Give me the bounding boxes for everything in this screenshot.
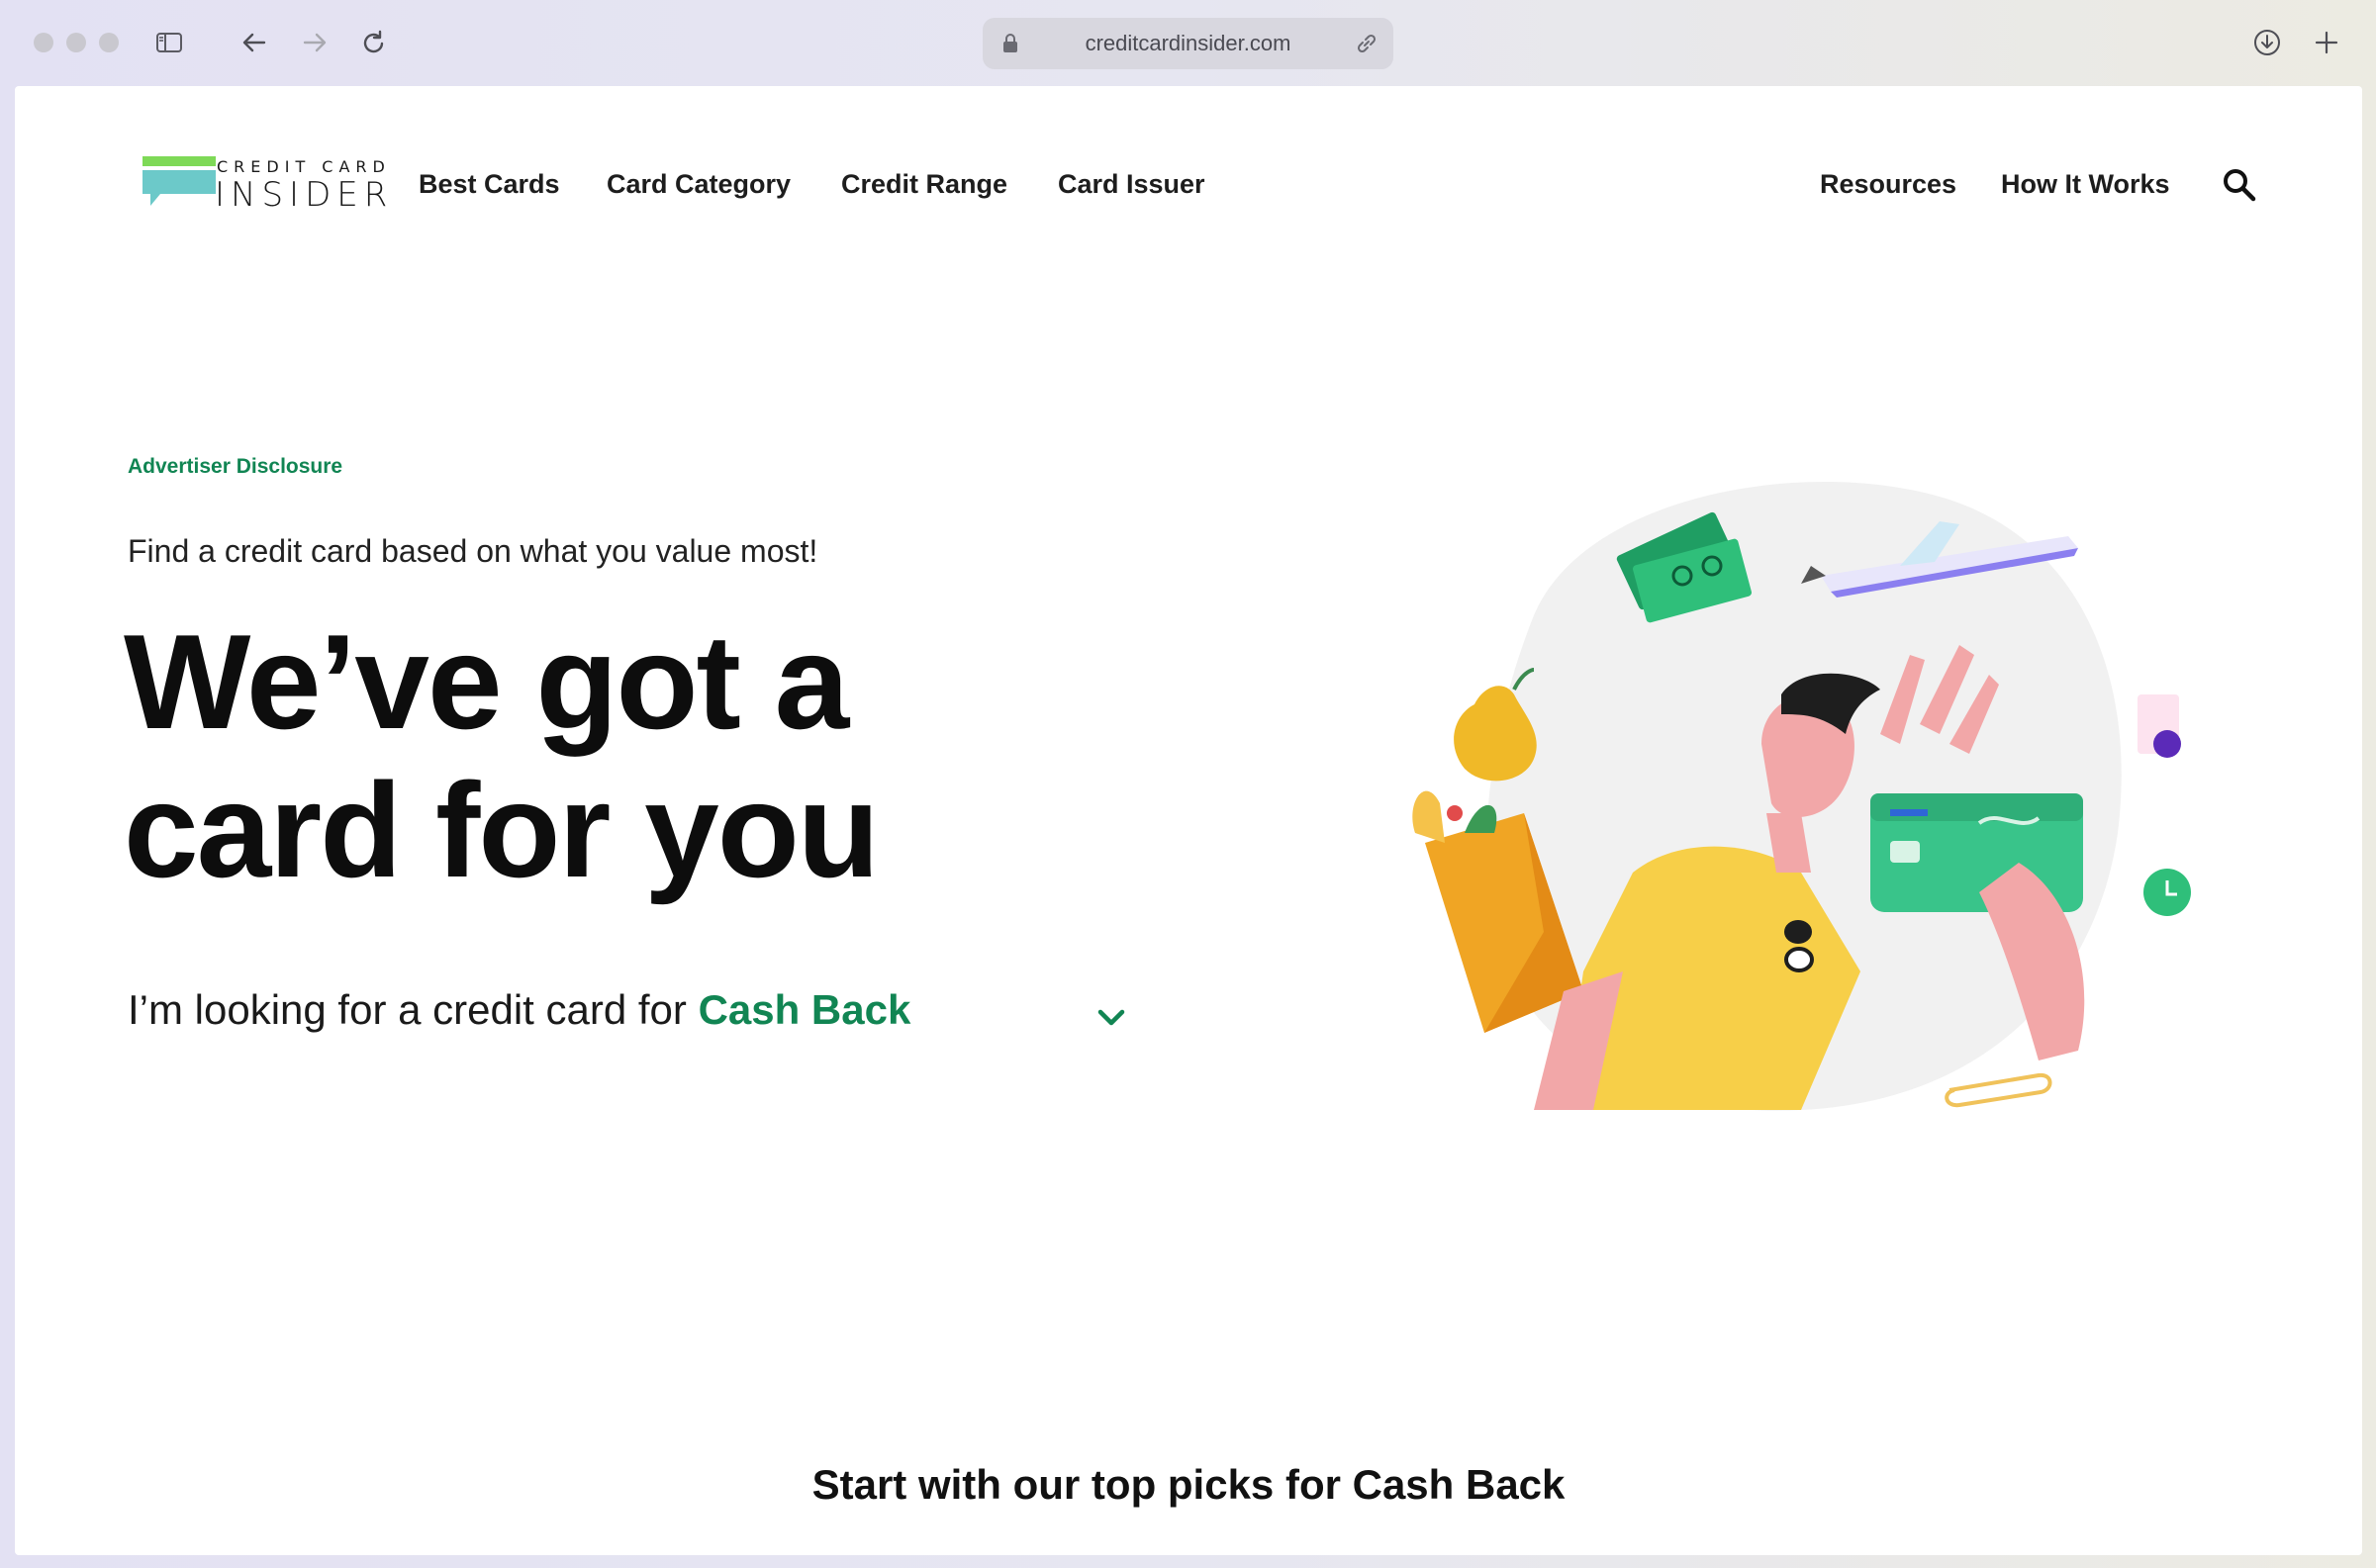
download-icon[interactable] bbox=[2248, 24, 2286, 61]
plus-icon[interactable] bbox=[2308, 24, 2345, 61]
nav-credit-range[interactable]: Credit Range bbox=[841, 169, 1007, 200]
advertiser-disclosure-link[interactable]: Advertiser Disclosure bbox=[128, 455, 342, 479]
forward-arrow-icon[interactable] bbox=[296, 24, 333, 61]
browser-toolbar: creditcardinsider.com bbox=[0, 0, 2376, 85]
hero-title-line-1: We’ve got a bbox=[124, 606, 849, 757]
back-arrow-icon[interactable] bbox=[236, 24, 273, 61]
hero-title: We’ve got a card for you bbox=[124, 607, 1014, 904]
receipt-icon bbox=[2138, 694, 2181, 758]
url-text: creditcardinsider.com bbox=[1085, 31, 1291, 55]
selected-purpose[interactable]: Cash Back bbox=[699, 986, 911, 1033]
lock-icon bbox=[1003, 34, 1017, 52]
address-bar[interactable]: creditcardinsider.com bbox=[983, 18, 1393, 69]
zoom-window-button[interactable] bbox=[99, 33, 119, 52]
web-page: CREDIT CARD INSIDER Best Cards Card Cate… bbox=[15, 86, 2362, 1555]
hero-subheading: Find a credit card based on what you val… bbox=[128, 533, 818, 569]
link-icon[interactable] bbox=[1354, 31, 1379, 56]
search-icon[interactable] bbox=[2220, 165, 2259, 205]
logo-text-insider: INSIDER bbox=[215, 175, 394, 215]
close-window-button[interactable] bbox=[34, 33, 53, 52]
logo-text-credit-card: CREDIT CARD bbox=[217, 157, 391, 176]
nav-card-category[interactable]: Card Category bbox=[607, 169, 791, 200]
selector-prefix: I’m looking for a credit card for bbox=[128, 986, 699, 1033]
nav-best-cards[interactable]: Best Cards bbox=[419, 169, 560, 200]
nav-resources[interactable]: Resources bbox=[1820, 169, 1956, 200]
minimize-window-button[interactable] bbox=[66, 33, 86, 52]
reload-icon[interactable] bbox=[355, 24, 393, 61]
hero-title-line-2: card for you bbox=[124, 755, 880, 905]
paperclip-icon bbox=[1945, 1072, 2052, 1108]
sidebar-icon[interactable] bbox=[150, 24, 188, 61]
top-picks-heading: Start with our top picks for Cash Back bbox=[811, 1461, 1566, 1508]
nav-card-issuer[interactable]: Card Issuer bbox=[1058, 169, 1205, 200]
card-purpose-selector[interactable]: I’m looking for a credit card for Cash B… bbox=[128, 986, 910, 1034]
clock-icon bbox=[2143, 869, 2191, 916]
chevron-down-icon[interactable] bbox=[1092, 998, 1131, 1038]
nav-how-it-works[interactable]: How It Works bbox=[2001, 169, 2170, 200]
hero-illustration bbox=[1412, 482, 2191, 1111]
